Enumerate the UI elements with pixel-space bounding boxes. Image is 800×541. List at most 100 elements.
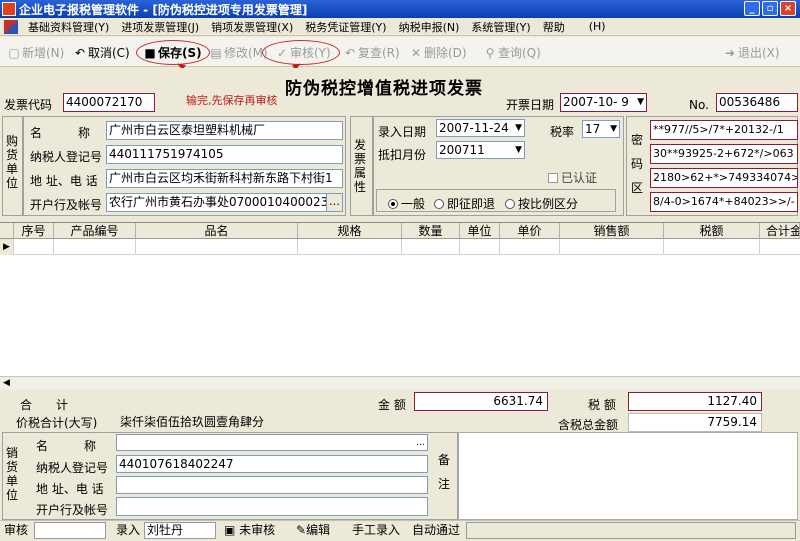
tax-amount-label: 税 额 (588, 398, 616, 412)
certified-checkbox[interactable]: 已认证 (548, 169, 597, 186)
col-product-name[interactable]: 品名 (136, 223, 298, 239)
annotation-note: 输完,先保存再审核 (186, 94, 278, 107)
cell[interactable] (402, 239, 460, 255)
col-spec[interactable]: 规格 (298, 223, 402, 239)
scroll-left-icon[interactable]: ◀ (3, 377, 10, 390)
bank-picker-button[interactable]: … (326, 193, 343, 212)
invoice-code-field[interactable]: 4400072170 (63, 93, 155, 112)
col-quantity[interactable]: 数量 (402, 223, 460, 239)
attr-side-label: 发票属性 (353, 138, 366, 194)
seller-addr-label: 地 址、电 话 (36, 482, 104, 496)
remark-label: 备注 (437, 453, 450, 491)
radio-refund-dot (434, 199, 444, 209)
seller-name-label: 名 称 (36, 439, 97, 453)
radio-immediate-refund[interactable]: 即征即退 (434, 195, 495, 212)
dropdown-arrow-icon: ▼ (515, 145, 522, 155)
cell[interactable] (54, 239, 136, 255)
radio-general-dot (388, 199, 398, 209)
gross-amount-field: 7759.14 (628, 413, 762, 432)
cell[interactable] (500, 239, 560, 255)
buyer-name-label: 名 称 (30, 126, 91, 140)
total-label: 合 计 (20, 398, 69, 412)
cipher-line-3: 2180>62+*>749334074>9 (650, 168, 798, 188)
picker-ellipsis-icon[interactable]: … (416, 435, 425, 450)
col-seq[interactable]: 序号 (14, 223, 54, 239)
entry-date-label: 录入日期 (378, 125, 427, 139)
issue-date-label: 开票日期 (506, 98, 555, 112)
status-empty-panel (466, 522, 796, 539)
amount-field: 6631.74 (414, 392, 548, 411)
seller-addr-field[interactable] (116, 476, 428, 494)
buyer-tax-label: 纳税人登记号 (30, 150, 103, 164)
grid-header: 序号 产品编号 品名 规格 数量 单位 单价 销售额 税额 合计金 (0, 223, 800, 239)
tax-rate-select[interactable]: 17 ▼ (582, 120, 620, 138)
dropdown-arrow-icon: ▼ (610, 124, 617, 134)
entry-person-label: 录入 (116, 523, 141, 537)
col-unit[interactable]: 单位 (460, 223, 500, 239)
cell[interactable] (136, 239, 298, 255)
col-total[interactable]: 合计金 (760, 223, 800, 239)
invoice-title: 防伪税控增值税进项发票 (285, 79, 483, 99)
big-amount-value: 柒仟柒佰伍拾玖圆壹角肆分 (120, 415, 265, 429)
buyer-addr-field[interactable]: 广州市白云区均禾街新科村新东路下村街1 (106, 169, 343, 188)
col-product-code[interactable]: 产品编号 (54, 223, 136, 239)
dropdown-arrow-icon: ▼ (515, 123, 522, 133)
amount-label: 金 额 (378, 398, 406, 412)
buyer-side-label: 购货单位 (5, 134, 18, 190)
manual-entry-status: 手工录入 (352, 523, 401, 537)
auto-pass-status: 自动通过 (412, 523, 461, 537)
invoice-no-label: No. (689, 98, 709, 112)
radio-prop-dot (505, 199, 515, 209)
attr-divider (372, 116, 374, 216)
seller-tax-field[interactable]: 440107618402247 (116, 455, 428, 473)
auditor-field (34, 522, 106, 539)
seller-bank-field[interactable] (116, 497, 428, 516)
row-pointer-icon: ▶ (0, 239, 14, 255)
cipher-line-2: 30**93925-2+672*/>063 (650, 144, 798, 164)
horizontal-scrollbar[interactable]: ◀ (0, 376, 800, 390)
tax-amount-field: 1127.40 (628, 392, 762, 411)
buyer-tax-field[interactable]: 440111751974105 (106, 145, 343, 164)
status-doc-icon: ▣ (224, 523, 236, 537)
seller-side-label: 销货单位 (5, 446, 18, 502)
item-grid: 序号 产品编号 品名 规格 数量 单位 单价 销售额 税额 合计金 ▶ (0, 222, 800, 376)
col-tax[interactable]: 税额 (664, 223, 760, 239)
tax-rate-label: 税率 (550, 125, 575, 139)
seller-name-field[interactable]: … (116, 434, 428, 451)
table-row[interactable]: ▶ (0, 239, 800, 255)
entry-person-field: 刘牡丹 (144, 522, 216, 539)
remark-field[interactable] (458, 432, 798, 520)
invoice-code-label: 发票代码 (4, 98, 53, 112)
cell[interactable] (460, 239, 500, 255)
radio-general[interactable]: 一般 (388, 195, 425, 212)
issue-date-field[interactable]: 2007-10- 9 ▼ (560, 93, 647, 112)
seller-tax-label: 纳税人登记号 (36, 461, 109, 475)
buyer-bank-label: 开户行及帐号 (30, 198, 103, 212)
cell[interactable] (298, 239, 402, 255)
cell[interactable] (664, 239, 760, 255)
invoice-no-field[interactable]: 00536486 (716, 93, 798, 112)
cipher-side-label: 密码区 (630, 133, 643, 195)
col-price[interactable]: 单价 (500, 223, 560, 239)
buyer-name-field[interactable]: 广州市白云区泰坦塑料机械厂 (106, 121, 343, 140)
radio-proportional[interactable]: 按比例区分 (505, 195, 578, 212)
checkbox-box (548, 173, 558, 183)
cell[interactable] (560, 239, 664, 255)
grid-corner (0, 223, 14, 239)
col-sales[interactable]: 销售额 (560, 223, 664, 239)
pencil-icon: ✎ (296, 523, 307, 537)
auditor-label: 审核 (4, 523, 29, 537)
deduct-month-field[interactable]: 200711 ▼ (436, 141, 525, 159)
buyer-divider (22, 116, 24, 216)
entry-date-field[interactable]: 2007-11-24 ▼ (436, 119, 525, 137)
dropdown-arrow-icon: ▼ (637, 97, 644, 107)
unaudited-status: ▣ 未审核 (224, 523, 276, 537)
cipher-line-4: 8/4-0>1674*+84023>>/- (650, 192, 798, 212)
cell[interactable] (14, 239, 54, 255)
seller-bank-label: 开户行及帐号 (36, 503, 109, 517)
buyer-bank-field[interactable]: 农行广州市黄石办事处07000104000231 (106, 193, 329, 212)
cipher-line-1: **977//5>/7*+20132-/1 (650, 120, 798, 140)
buyer-addr-label: 地 址、电 话 (30, 174, 98, 188)
edit-status: ✎编辑 (296, 523, 331, 537)
big-amount-label: 价税合计(大写) (16, 416, 98, 430)
